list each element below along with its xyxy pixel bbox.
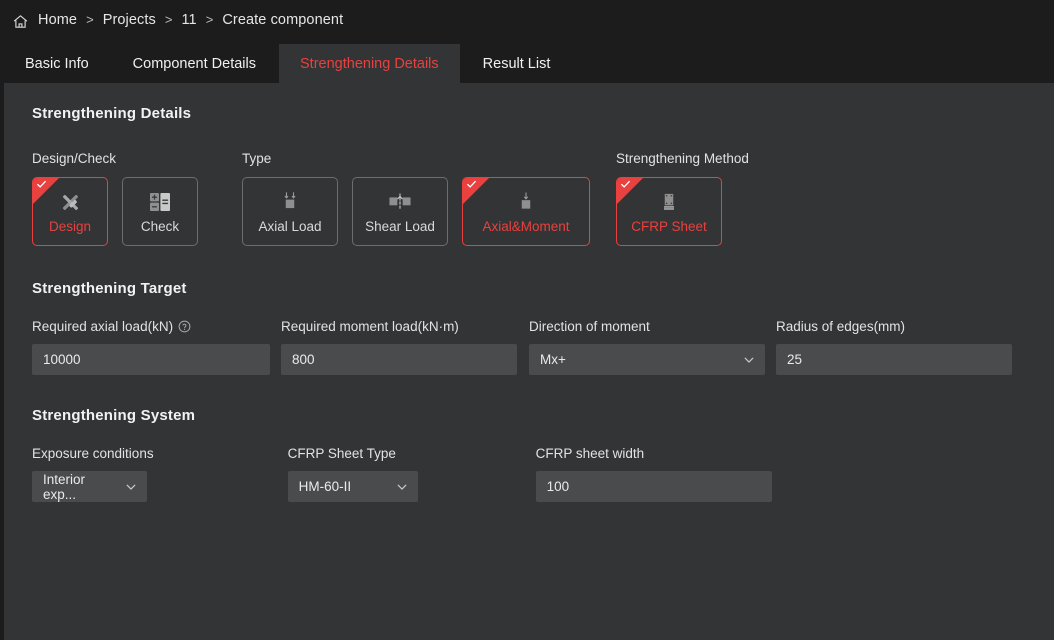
- card-label-axial-load: Axial Load: [258, 219, 321, 234]
- breadcrumb-separator: >: [206, 12, 214, 27]
- breadcrumb-item-projects[interactable]: Projects: [103, 12, 156, 28]
- strengthening-target-fields: Required axial load(kN) 10000 Required m…: [4, 319, 1054, 375]
- card-label-cfrp-sheet: CFRP Sheet: [631, 219, 707, 234]
- selector-groups: Design/Check: [4, 151, 1054, 246]
- card-label-shear-load: Shear Load: [365, 219, 435, 234]
- cfrp-sheet-icon: [657, 189, 681, 215]
- tab-component-details[interactable]: Component Details: [112, 44, 277, 83]
- group-label-strengthening-method: Strengthening Method: [616, 151, 749, 166]
- check-icon: [467, 180, 476, 189]
- select-value-direction-of-moment: Mx+: [540, 352, 566, 367]
- breadcrumb-separator: >: [165, 12, 173, 27]
- select-value-exposure-conditions: Interior exp...: [43, 472, 115, 502]
- field-cfrp-sheet-type: CFRP Sheet Type HM-60-II: [288, 446, 418, 502]
- card-check[interactable]: Check: [122, 177, 198, 246]
- strengthening-details-panel: Strengthening Details Design/Check: [4, 83, 1054, 640]
- label-exposure-conditions: Exposure conditions: [32, 446, 154, 461]
- page-title: Strengthening Details: [32, 105, 1054, 122]
- chevron-down-icon: [396, 481, 408, 493]
- label-required-axial-load: Required axial load(kN): [32, 319, 270, 334]
- breadcrumb-item-project-id[interactable]: 11: [181, 12, 196, 28]
- select-cfrp-sheet-type[interactable]: HM-60-II: [288, 471, 418, 502]
- field-required-axial-load: Required axial load(kN) 10000: [32, 319, 270, 375]
- group-label-design-check: Design/Check: [32, 151, 198, 166]
- tab-strengthening-details[interactable]: Strengthening Details: [279, 44, 460, 83]
- chevron-down-icon: [743, 354, 755, 366]
- input-radius-of-edges[interactable]: 25: [776, 344, 1012, 375]
- select-exposure-conditions[interactable]: Interior exp...: [32, 471, 147, 502]
- card-axial-load[interactable]: Axial Load: [242, 177, 338, 246]
- group-type: Type Axial Load: [242, 151, 590, 246]
- help-circle-icon[interactable]: [178, 320, 191, 333]
- field-direction-of-moment: Direction of moment Mx+: [529, 319, 765, 375]
- shear-load-icon: [386, 189, 414, 215]
- group-strengthening-method: Strengthening Method: [616, 151, 749, 246]
- design-tools-icon: [58, 189, 83, 215]
- check-icon: [37, 180, 46, 189]
- label-text-required-axial-load: Required axial load(kN): [32, 319, 173, 334]
- label-direction-of-moment: Direction of moment: [529, 319, 765, 334]
- breadcrumb-item-home[interactable]: Home: [38, 12, 77, 28]
- group-label-type: Type: [242, 151, 590, 166]
- tab-basic-info[interactable]: Basic Info: [4, 44, 110, 83]
- label-radius-of-edges: Radius of edges(mm): [776, 319, 1012, 334]
- select-value-cfrp-sheet-type: HM-60-II: [299, 479, 352, 494]
- card-label-design: Design: [49, 219, 91, 234]
- axial-load-icon: [278, 189, 302, 215]
- section-title-strengthening-target: Strengthening Target: [32, 280, 1054, 297]
- card-cfrp-sheet[interactable]: CFRP Sheet: [616, 177, 722, 246]
- breadcrumb-separator: >: [86, 12, 94, 27]
- field-exposure-conditions: Exposure conditions Interior exp...: [32, 446, 154, 502]
- group-design-check: Design/Check: [32, 151, 198, 246]
- card-label-check: Check: [141, 219, 179, 234]
- tab-result-list[interactable]: Result List: [462, 44, 572, 83]
- strengthening-system-fields: Exposure conditions Interior exp... CFRP…: [4, 446, 1054, 502]
- label-required-moment-load: Required moment load(kN·m): [281, 319, 517, 334]
- card-design[interactable]: Design: [32, 177, 108, 246]
- field-required-moment-load: Required moment load(kN·m) 800: [281, 319, 517, 375]
- breadcrumb: Home > Projects > 11 > Create component: [0, 0, 1054, 40]
- chevron-down-icon: [125, 481, 137, 493]
- card-label-axial-moment: Axial&Moment: [482, 219, 569, 234]
- label-cfrp-sheet-width: CFRP sheet width: [536, 446, 772, 461]
- input-cfrp-sheet-width[interactable]: 100: [536, 471, 772, 502]
- axial-moment-icon: [514, 189, 538, 215]
- cards-design-check: Design Check: [32, 177, 198, 246]
- field-radius-of-edges: Radius of edges(mm) 25: [776, 319, 1012, 375]
- cards-type: Axial Load Shear Load: [242, 177, 590, 246]
- calculator-icon: [147, 189, 173, 215]
- select-direction-of-moment[interactable]: Mx+: [529, 344, 765, 375]
- breadcrumb-item-create-component: Create component: [222, 12, 343, 28]
- card-axial-moment[interactable]: Axial&Moment: [462, 177, 590, 246]
- tab-bar: Basic Info Component Details Strengtheni…: [0, 40, 1054, 83]
- input-required-moment-load[interactable]: 800: [281, 344, 517, 375]
- card-shear-load[interactable]: Shear Load: [352, 177, 448, 246]
- cards-strengthening-method: CFRP Sheet: [616, 177, 749, 246]
- check-icon: [621, 180, 630, 189]
- label-cfrp-sheet-type: CFRP Sheet Type: [288, 446, 418, 461]
- input-required-axial-load[interactable]: 10000: [32, 344, 270, 375]
- section-title-strengthening-system: Strengthening System: [32, 407, 1054, 424]
- field-cfrp-sheet-width: CFRP sheet width 100: [536, 446, 772, 502]
- home-icon[interactable]: [12, 13, 29, 30]
